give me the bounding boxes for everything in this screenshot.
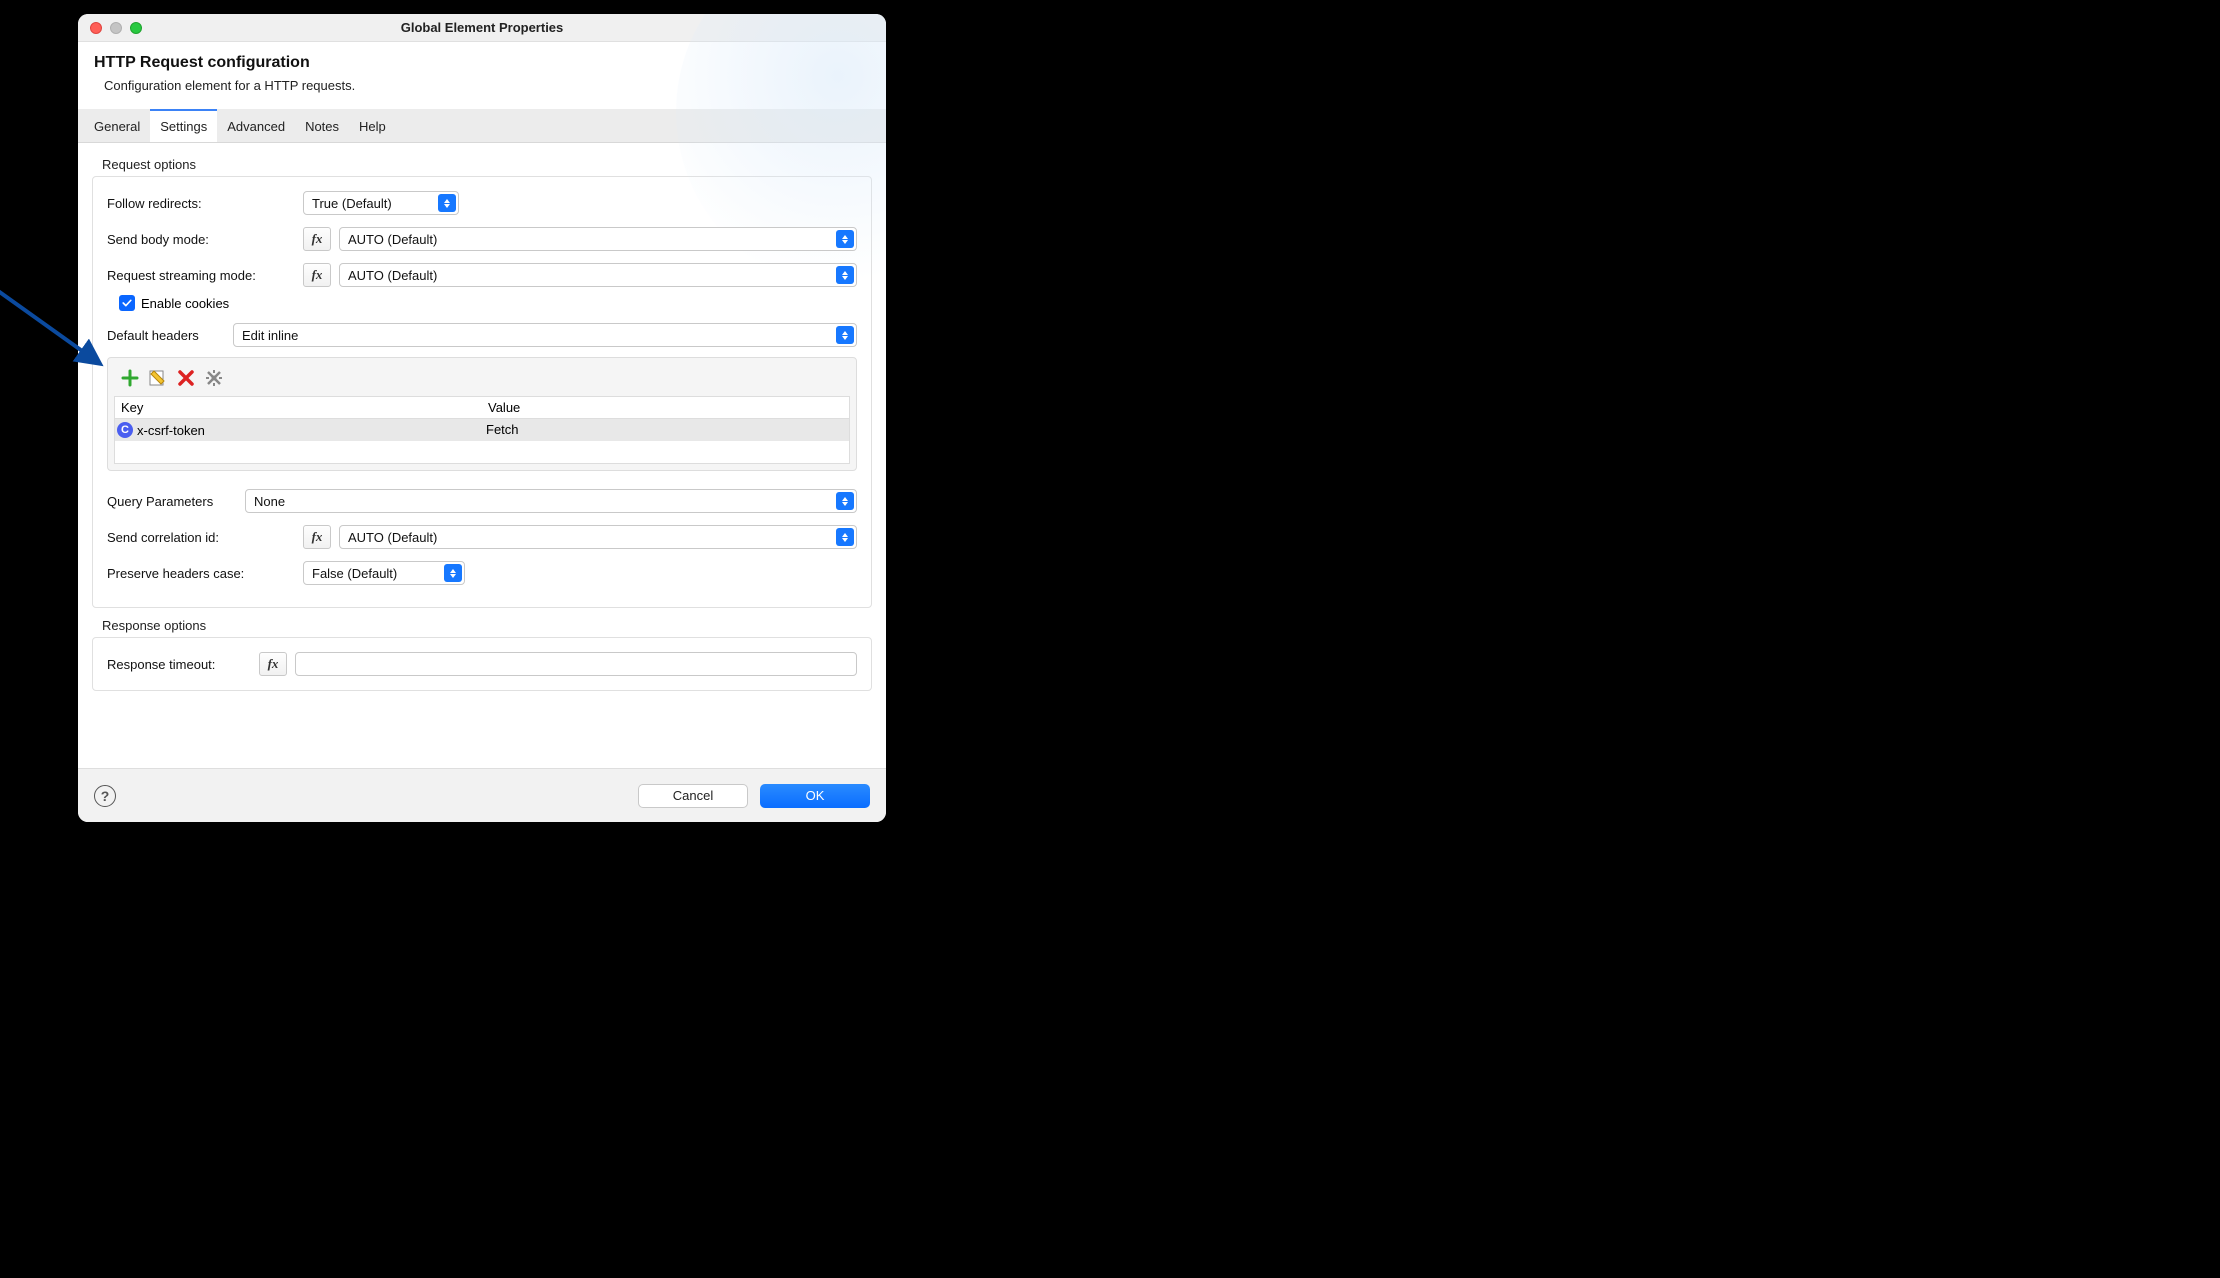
response-options-legend: Response options — [102, 618, 872, 633]
help-icon[interactable]: ? — [94, 785, 116, 807]
correlation-id-value: AUTO (Default) — [348, 530, 437, 545]
fx-button-send-body[interactable]: fx — [303, 227, 331, 251]
request-streaming-value: AUTO (Default) — [348, 268, 437, 283]
settings-icon[interactable] — [204, 368, 224, 388]
default-headers-select[interactable]: Edit inline — [233, 323, 857, 347]
send-body-mode-value: AUTO (Default) — [348, 232, 437, 247]
fx-button-streaming[interactable]: fx — [303, 263, 331, 287]
correlation-id-label: Send correlation id: — [107, 530, 295, 545]
headers-table: Key Value C x-csrf-token Fetch — [114, 396, 850, 464]
send-body-mode-row: Send body mode: fx AUTO (Default) — [107, 223, 857, 255]
table-row[interactable]: C x-csrf-token Fetch — [115, 419, 849, 441]
response-timeout-row: Response timeout: fx — [107, 648, 857, 680]
check-icon — [121, 297, 133, 309]
preserve-headers-select[interactable]: False (Default) — [303, 561, 465, 585]
table-row-empty — [115, 441, 849, 463]
request-streaming-label: Request streaming mode: — [107, 268, 295, 283]
fx-button-correlation[interactable]: fx — [303, 525, 331, 549]
tab-notes[interactable]: Notes — [295, 109, 349, 142]
tab-help[interactable]: Help — [349, 109, 396, 142]
default-headers-label: Default headers — [107, 328, 225, 343]
tab-advanced[interactable]: Advanced — [217, 109, 295, 142]
send-body-mode-select[interactable]: AUTO (Default) — [339, 227, 857, 251]
cell-key: C x-csrf-token — [115, 419, 480, 441]
query-params-label: Query Parameters — [107, 494, 237, 509]
headers-table-head: Key Value — [115, 397, 849, 419]
enable-cookies-checkbox[interactable] — [119, 295, 135, 311]
fx-button-timeout[interactable]: fx — [259, 652, 287, 676]
headers-toolbar — [114, 364, 850, 396]
response-timeout-input[interactable] — [295, 652, 857, 676]
preserve-headers-label: Preserve headers case: — [107, 566, 295, 581]
preserve-headers-row: Preserve headers case: False (Default) — [107, 557, 857, 589]
key-text: x-csrf-token — [137, 423, 205, 438]
content-area: Request options Follow redirects: True (… — [78, 143, 886, 768]
dialog-window: Global Element Properties HTTP Request c… — [78, 14, 886, 822]
cell-value: Fetch — [480, 419, 849, 441]
query-params-select[interactable]: None — [245, 489, 857, 513]
col-value: Value — [482, 397, 849, 418]
correlation-id-select[interactable]: AUTO (Default) — [339, 525, 857, 549]
col-key: Key — [115, 397, 482, 418]
enable-cookies-label: Enable cookies — [141, 296, 229, 311]
request-streaming-row: Request streaming mode: fx AUTO (Default… — [107, 259, 857, 291]
preserve-headers-value: False (Default) — [312, 566, 397, 581]
tab-general[interactable]: General — [84, 109, 150, 142]
add-icon[interactable] — [120, 368, 140, 388]
enable-cookies-row: Enable cookies — [119, 295, 857, 311]
response-options-panel: Response timeout: fx — [92, 637, 872, 691]
request-options-panel: Follow redirects: True (Default) Send bo… — [92, 176, 872, 608]
response-timeout-label: Response timeout: — [107, 657, 251, 672]
request-streaming-select[interactable]: AUTO (Default) — [339, 263, 857, 287]
correlation-id-row: Send correlation id: fx AUTO (Default) — [107, 521, 857, 553]
tab-settings[interactable]: Settings — [150, 109, 217, 142]
cancel-button[interactable]: Cancel — [638, 784, 748, 808]
query-params-row: Query Parameters None — [107, 485, 857, 517]
constant-badge-icon: C — [117, 422, 133, 438]
footer: ? Cancel OK — [78, 768, 886, 822]
follow-redirects-label: Follow redirects: — [107, 196, 295, 211]
delete-icon[interactable] — [176, 368, 196, 388]
query-params-value: None — [254, 494, 285, 509]
header: HTTP Request configuration Configuration… — [78, 42, 886, 109]
edit-icon[interactable] — [148, 368, 168, 388]
follow-redirects-value: True (Default) — [312, 196, 392, 211]
send-body-mode-label: Send body mode: — [107, 232, 295, 247]
follow-redirects-select[interactable]: True (Default) — [303, 191, 459, 215]
default-headers-row: Default headers Edit inline — [107, 319, 857, 351]
default-headers-value: Edit inline — [242, 328, 298, 343]
headers-editor: Key Value C x-csrf-token Fetch — [107, 357, 857, 471]
ok-button[interactable]: OK — [760, 784, 870, 808]
